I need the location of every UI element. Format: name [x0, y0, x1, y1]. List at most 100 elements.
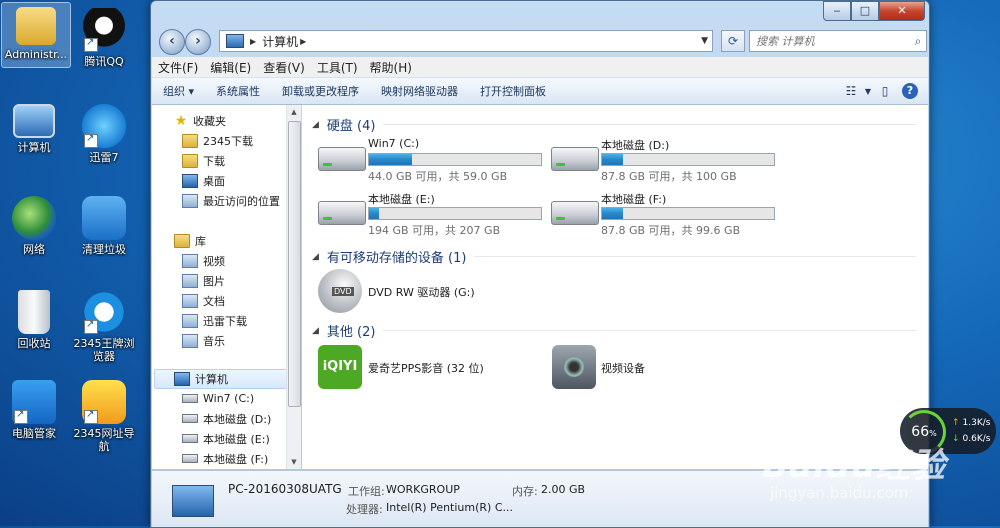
hard-drive-icon	[551, 147, 599, 171]
preview-pane-icon[interactable]: ▯	[874, 84, 896, 98]
workgroup-label: 工作组:	[348, 485, 385, 498]
computer-icon	[13, 104, 55, 138]
dvd-drive-icon[interactable]: DVD	[318, 269, 362, 313]
organize-button[interactable]: 组织 ▾	[152, 83, 205, 99]
iqiyi-app-icon[interactable]: iQIYI	[318, 345, 362, 389]
nav-drive-d[interactable]: 本地磁盘 (D:)	[182, 409, 271, 428]
uninstall-program-button[interactable]: 卸载或更改程序	[271, 83, 370, 99]
group-header-removable[interactable]: ◢ 有可移动存储的设备 (1)	[312, 247, 916, 266]
menu-view[interactable]: 查看(V)	[257, 59, 311, 76]
desktop-icon-2345-nav[interactable]: 2345网址导航	[70, 374, 138, 453]
nav-item-documents[interactable]: 文档	[182, 291, 225, 310]
nav-item-recent-places[interactable]: 最近访问的位置	[182, 191, 280, 210]
video-camera-icon[interactable]	[552, 345, 596, 389]
chevron-down-icon[interactable]: ▼	[862, 87, 874, 96]
map-network-drive-button[interactable]: 映射网络驱动器	[370, 83, 469, 99]
nav-item-xunlei-download[interactable]: 迅雷下载	[182, 311, 247, 330]
breadcrumb-computer[interactable]: 计算机	[262, 33, 298, 50]
workgroup-value: WORKGROUP	[386, 483, 460, 496]
drive-d-item[interactable]: 本地磁盘 (D:) 87.8 GB 可用，共 100 GB	[535, 137, 775, 183]
nav-drive-c[interactable]: Win7 (C:)	[182, 389, 254, 408]
navigation-row: ‹ › ▶ 计算机 ▶ ▼ ⟳ ⌕	[157, 27, 927, 55]
menu-file[interactable]: 文件(F)	[152, 59, 204, 76]
view-options-icon[interactable]: ☷	[840, 84, 862, 98]
group-header-hdd[interactable]: ◢ 硬盘 (4)	[312, 115, 916, 134]
group-divider	[474, 256, 916, 257]
drive-e-item[interactable]: 本地磁盘 (E:) 194 GB 可用，共 207 GB	[302, 191, 542, 237]
menu-tools[interactable]: 工具(T)	[311, 59, 364, 76]
maximize-button[interactable]: □	[851, 1, 879, 21]
upload-speed: ↑ 1.3K/s	[952, 418, 990, 428]
close-button[interactable]: ✕	[879, 1, 925, 21]
drive-usage-fill	[369, 208, 380, 219]
back-arrow-icon[interactable]: ‹	[159, 29, 185, 55]
nav-item-pictures[interactable]: 图片	[182, 271, 225, 290]
desktop-icon-recycle-bin[interactable]: 回收站	[0, 284, 68, 350]
nav-item-downloads[interactable]: 下载	[182, 151, 225, 170]
chevron-down-icon[interactable]: ▼	[697, 36, 712, 46]
search-icon[interactable]: ⌕	[910, 34, 926, 49]
scrollbar-thumb[interactable]	[288, 121, 301, 407]
scroll-up-icon[interactable]: ▲	[287, 105, 301, 119]
collapse-triangle-icon[interactable]: ◢	[312, 120, 319, 130]
nav-favorites[interactable]: ★ 收藏夹	[174, 111, 226, 130]
collapse-triangle-icon[interactable]: ◢	[312, 252, 319, 262]
nav-item-desktop[interactable]: 桌面	[182, 171, 225, 190]
drive-usage-bar	[601, 153, 775, 166]
drive-f-item[interactable]: 本地磁盘 (F:) 87.8 GB 可用，共 99.6 GB	[535, 191, 775, 237]
desktop-icon-2345-browser[interactable]: 2345王牌浏览器	[70, 284, 138, 363]
drive-usage-fill	[369, 154, 412, 165]
system-properties-button[interactable]: 系统属性	[205, 83, 271, 99]
search-input[interactable]	[750, 33, 910, 49]
drive-icon	[182, 454, 198, 463]
percent-unit: %	[929, 429, 937, 438]
desktop-icon-qq[interactable]: 腾讯QQ	[70, 2, 138, 68]
menu-edit[interactable]: 编辑(E)	[204, 59, 257, 76]
scroll-down-icon[interactable]: ▼	[287, 455, 301, 469]
memory-value: 2.00 GB	[541, 483, 586, 496]
upload-arrow-icon: ↑	[952, 418, 960, 428]
desktop-icon-computer[interactable]: 计算机	[0, 98, 68, 154]
iqiyi-app-name[interactable]: 爱奇艺PPS影音 (32 位)	[368, 360, 484, 376]
nav-drive-e[interactable]: 本地磁盘 (E:)	[182, 429, 270, 448]
address-bar[interactable]: ▶ 计算机 ▶ ▼	[219, 30, 713, 52]
desktop-icon-xunlei[interactable]: 迅雷7	[70, 98, 138, 164]
menu-help[interactable]: 帮助(H)	[364, 59, 418, 76]
desktop-icon-administrator[interactable]: Administr...	[1, 2, 71, 68]
desktop-icon-clean-trash[interactable]: 清理垃圾	[70, 190, 138, 256]
desktop-icon-network[interactable]: 网络	[0, 190, 68, 256]
collapse-triangle-icon[interactable]: ◢	[312, 326, 319, 336]
breadcrumb-arrow-icon[interactable]: ▶	[300, 37, 306, 46]
nav-item-videos[interactable]: 视频	[182, 251, 225, 270]
menu-bar: 文件(F) 编辑(E) 查看(V) 工具(T) 帮助(H)	[152, 57, 928, 78]
recent-places-icon	[182, 193, 198, 208]
help-icon[interactable]: ?	[902, 83, 918, 99]
drive-space-text: 87.8 GB 可用，共 100 GB	[601, 170, 737, 183]
group-header-other[interactable]: ◢ 其他 (2)	[312, 321, 916, 340]
music-library-icon	[182, 333, 198, 348]
dvd-drive-name[interactable]: DVD RW 驱动器 (G:)	[368, 284, 475, 300]
open-control-panel-button[interactable]: 打开控制面板	[469, 83, 557, 99]
hard-drive-icon	[551, 201, 599, 225]
forward-arrow-icon[interactable]: ›	[185, 29, 211, 55]
minimize-button[interactable]: ‒	[823, 1, 851, 21]
nav-computer[interactable]: 计算机	[174, 369, 228, 388]
nav-libraries[interactable]: 库	[174, 231, 206, 250]
shield-icon	[12, 380, 56, 424]
library-folder-icon	[174, 233, 190, 248]
nav-item-2345-download[interactable]: 2345下载	[182, 131, 253, 150]
search-box[interactable]: ⌕	[749, 30, 927, 52]
drive-usage-bar	[368, 207, 542, 220]
nav-scrollbar[interactable]: ▲ ▼	[286, 105, 301, 469]
drive-name: Win7 (C:)	[368, 137, 420, 150]
video-device-name[interactable]: 视频设备	[601, 360, 645, 376]
nav-drive-f[interactable]: 本地磁盘 (F:)	[182, 449, 268, 468]
refresh-icon[interactable]: ⟳	[721, 30, 745, 52]
navigation-pane: ★ 收藏夹 2345下载 下载 桌面 最近访问的位置 库 视频 图片 文档 迅雷…	[152, 105, 300, 469]
drive-c-item[interactable]: Win7 (C:) 44.0 GB 可用，共 59.0 GB	[302, 137, 542, 183]
breadcrumb-arrow-icon[interactable]: ▶	[250, 37, 256, 46]
desktop-icon-pc-manager[interactable]: 电脑管家	[0, 374, 68, 440]
nav-item-music[interactable]: 音乐	[182, 331, 225, 350]
star-icon: ★	[174, 112, 188, 129]
download-arrow-icon: ↓	[952, 434, 960, 444]
